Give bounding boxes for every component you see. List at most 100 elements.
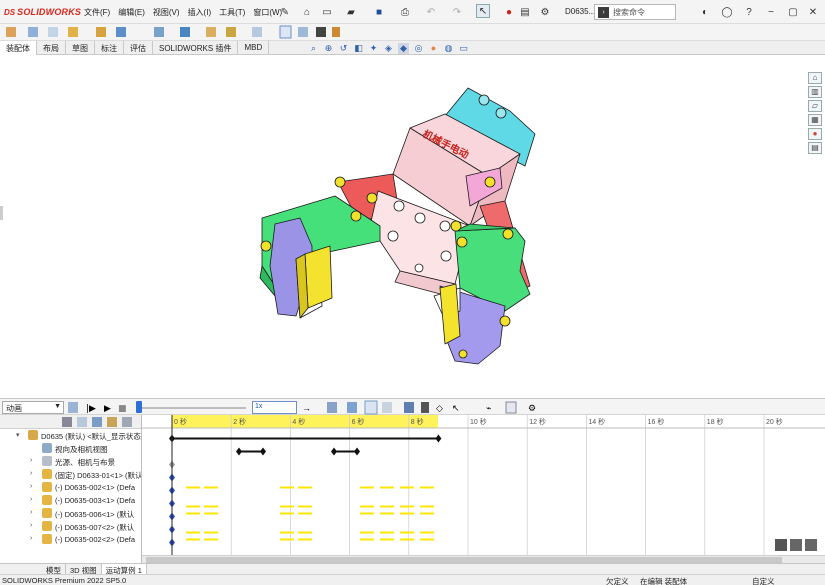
tab-evaluate[interactable]: 评估 (124, 41, 153, 55)
close-icon[interactable]: ✕ (806, 5, 820, 19)
move-component-icon[interactable] (116, 27, 126, 37)
motion-timeline[interactable]: 0 秒 2 秒 4 秒 6 秒 8 秒 10 秒 12 秒 14 秒 16 秒 18 秒 20 秒 (142, 415, 825, 564)
animation-wizard-icon[interactable] (347, 402, 357, 413)
play-from-start-icon[interactable]: |▶ (86, 404, 96, 414)
filter-animated-icon[interactable] (77, 417, 87, 427)
task-pane-home-icon[interactable]: ⌂ (808, 72, 822, 84)
expand-toggle-icon[interactable]: › (30, 470, 32, 477)
redo-icon[interactable]: ↷ (450, 5, 464, 19)
viewport-edge-handle[interactable] (0, 206, 3, 220)
units-status[interactable]: 自定义 (752, 576, 775, 585)
motion-study-properties-icon[interactable] (505, 401, 517, 414)
expand-toggle-icon[interactable]: ▾ (16, 431, 20, 439)
previous-view-icon[interactable]: ↺ (338, 43, 349, 54)
solidworks-logo[interactable]: DS SOLIDWORKS (4, 5, 81, 19)
collapse-icon[interactable]: ⚙ (528, 403, 536, 413)
zoom-area-icon[interactable]: ⊕ (323, 43, 334, 54)
menu-tools[interactable]: 工具(T) (215, 7, 249, 18)
dynamic-annotation-icon[interactable]: ✦ (368, 43, 379, 54)
filter-icon[interactable] (62, 417, 72, 427)
undo-icon[interactable]: ↶ (424, 5, 438, 19)
tree-row-part-003-1[interactable]: › (-) D0635-003<1> (Defa (0, 494, 141, 507)
insert-component-icon[interactable] (28, 27, 38, 37)
tab-3d-views[interactable]: 3D 视图 (66, 564, 102, 575)
menu-view[interactable]: 视图(V) (149, 7, 184, 18)
contact-icon[interactable]: ◇ (436, 403, 443, 413)
zoom-to-fit-icon[interactable]: ⌕ (308, 43, 319, 54)
zoom-to-fit-timeline-icon[interactable] (775, 539, 787, 551)
expand-toggle-icon[interactable]: › (30, 522, 32, 529)
tree-row-part-002-1[interactable]: › (-) D0635-002<1> (Defa (0, 481, 141, 494)
results-icon[interactable]: ⌁ (486, 403, 491, 413)
playback-mode-icon[interactable]: → (302, 403, 311, 413)
playback-slider-thumb[interactable] (136, 401, 142, 413)
tab-markup[interactable]: 标注 (95, 41, 124, 55)
stop-icon[interactable]: ■ (118, 404, 127, 414)
custom-properties-icon[interactable]: ▤ (808, 142, 822, 154)
open-folder-icon[interactable]: ▰ (344, 5, 358, 19)
tree-row-part-006-1[interactable]: › (-) D0635-006<1> (默认 (0, 507, 141, 520)
view-palette-icon[interactable]: ▦ (808, 114, 822, 126)
user-icon[interactable]: ◯ (720, 5, 734, 19)
options-gear-icon[interactable]: ⚙ (538, 5, 552, 19)
menu-edit[interactable]: 编辑(E) (114, 7, 149, 18)
graphics-area[interactable]: 机械手电动 (0, 56, 825, 398)
show-hidden-icon[interactable] (154, 27, 164, 37)
new-motion-study-icon[interactable] (226, 27, 236, 37)
tab-assembly[interactable]: 装配体 (0, 41, 37, 55)
tab-model[interactable]: 模型 (42, 564, 66, 575)
gripper-model[interactable]: 机械手电动 (0, 56, 825, 398)
instant3d-icon[interactable] (298, 27, 308, 37)
save-animation-icon[interactable] (327, 402, 337, 413)
appearances-icon[interactable]: ● (808, 128, 822, 140)
section-view-icon[interactable]: ◧ (353, 43, 364, 54)
play-icon[interactable]: ▶ (104, 404, 111, 414)
menu-file[interactable]: 文件(F) (80, 7, 114, 18)
tree-row-orientation[interactable]: 视向及相机视图 (0, 442, 141, 455)
rebuild-traffic-light-icon[interactable]: ● (502, 5, 516, 19)
spring-icon[interactable] (421, 402, 429, 413)
help-icon[interactable]: ? (742, 5, 756, 19)
expand-toggle-icon[interactable]: › (30, 483, 32, 490)
speedpak-icon[interactable] (332, 27, 340, 37)
tree-row-assembly[interactable]: ▾ D0635 (默认) <默认_显示状态 (0, 429, 141, 442)
edit-appearance-icon[interactable]: ● (428, 43, 439, 54)
design-library-icon[interactable]: ▥ (808, 86, 822, 98)
view-orientation-icon[interactable]: ◈ (383, 43, 394, 54)
filter-selected-icon[interactable] (107, 417, 117, 427)
snapshot-icon[interactable] (316, 27, 326, 37)
maximize-icon[interactable]: ▢ (786, 5, 800, 19)
edit-component-icon[interactable] (6, 27, 16, 37)
notifications-icon[interactable]: ◐ (698, 5, 712, 19)
apply-scene-icon[interactable]: ◍ (443, 43, 454, 54)
tab-sketch[interactable]: 草图 (66, 41, 95, 55)
expand-toggle-icon[interactable]: › (30, 496, 32, 503)
playback-speed-select[interactable]: 1x (252, 401, 297, 414)
tab-layout[interactable]: 布局 (37, 41, 66, 55)
study-type-select[interactable]: 动画 ▼ (2, 401, 64, 414)
assembly-features-icon[interactable] (180, 27, 190, 37)
tree-row-lights[interactable]: › 光源、相机与布景 (0, 455, 141, 468)
filter-results-icon[interactable] (122, 417, 132, 427)
zoom-in-timeline-icon[interactable] (790, 539, 802, 551)
hide-show-items-icon[interactable]: ◎ (413, 43, 424, 54)
reference-geometry-icon[interactable] (206, 27, 216, 37)
new-document-icon[interactable]: ▭ (320, 5, 334, 19)
view-settings-icon[interactable]: ▭ (458, 43, 469, 54)
minimize-icon[interactable]: − (764, 5, 778, 19)
gravity-icon[interactable]: ↖ (452, 403, 460, 413)
expand-toggle-icon[interactable]: › (30, 457, 32, 464)
search-commands-input[interactable]: › 搜索命令 (594, 4, 676, 20)
tab-motion-study-1[interactable]: 运动算例 1 (101, 564, 147, 575)
motor-icon[interactable] (404, 402, 414, 413)
tab-mbd[interactable]: MBD (238, 41, 270, 55)
print-icon[interactable]: ⎙ (398, 5, 412, 19)
autokey-icon[interactable] (364, 400, 378, 415)
file-explorer-icon[interactable]: ▱ (808, 100, 822, 112)
calculate-icon[interactable] (68, 402, 78, 413)
expand-toggle-icon[interactable]: › (30, 509, 32, 516)
mate-icon[interactable] (48, 27, 58, 37)
save-icon[interactable]: ■ (372, 5, 386, 19)
file-properties-icon[interactable]: ▤ (518, 5, 532, 19)
add-key-icon[interactable] (382, 402, 392, 413)
